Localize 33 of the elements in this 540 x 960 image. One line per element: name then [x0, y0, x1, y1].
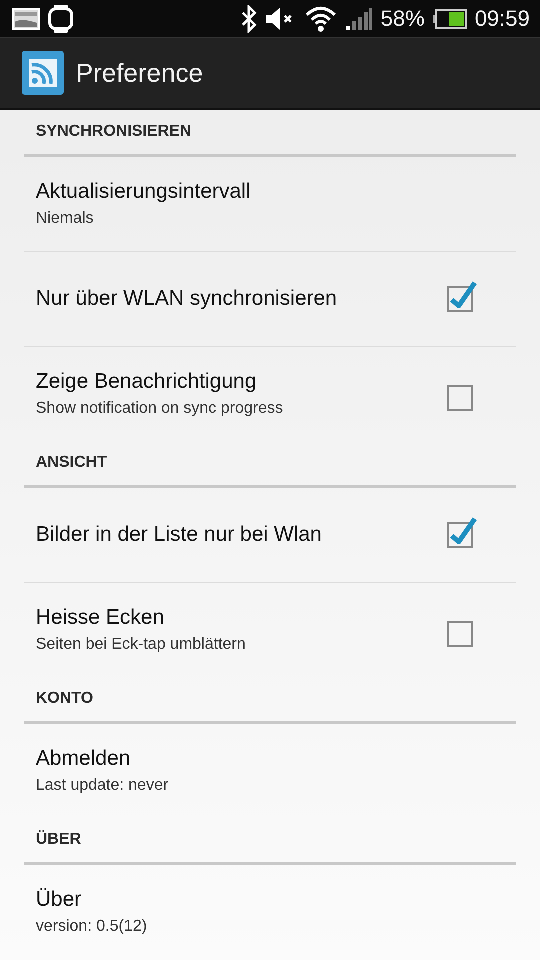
- battery-icon: [432, 8, 467, 28]
- preference-summary: Niemals: [36, 210, 95, 228]
- preference-title: Bilder in der Liste nur bei Wlan: [36, 523, 323, 547]
- preference-row[interactable]: Über version: 0.5(12): [24, 865, 516, 959]
- preference-row[interactable]: Aktualisierungsintervall Niemals: [24, 157, 516, 251]
- section-header: ÜBER: [24, 818, 516, 865]
- preference-title: Abmelden: [36, 747, 132, 771]
- preference-row[interactable]: Bilder in der Liste nur bei Wlan: [24, 488, 516, 582]
- preference-title: Zeige Benachrichtigung: [36, 370, 258, 394]
- preference-title: Über: [36, 888, 83, 912]
- signal-icon: [344, 6, 373, 30]
- section-header: SYNCHRONISIEREN: [24, 110, 516, 157]
- preference-summary: Seiten bei Eck-tap umblättern: [36, 636, 247, 654]
- preference-title: Aktualisierungsintervall: [36, 180, 252, 204]
- section-header: ANSICHT: [24, 441, 516, 488]
- preference-summary: version: 0.5(12): [36, 918, 148, 936]
- preference-row[interactable]: Zeige Benachrichtigung Show notification on sync progress: [24, 346, 516, 441]
- preference-row[interactable]: Nur über WLAN synchronisieren: [24, 251, 516, 346]
- preference-summary: Show notification on sync progress: [36, 400, 284, 418]
- rss-icon[interactable]: [22, 51, 64, 95]
- bluetooth-icon: [240, 4, 257, 32]
- section-header: KONTO: [24, 677, 516, 724]
- preference-summary: Last update: never: [36, 777, 170, 795]
- preference-title: Heisse Ecken: [36, 606, 166, 630]
- smartwatch-icon: [48, 4, 74, 34]
- clock: 09:59: [474, 6, 530, 32]
- preference-row[interactable]: Heisse Ecken Seiten bei Eck-tap umblättern: [24, 582, 516, 677]
- wifi-icon: [304, 4, 337, 32]
- image-icon: [12, 8, 40, 30]
- battery-percentage: 58%: [380, 6, 425, 32]
- app-title: Preference: [76, 58, 204, 88]
- preference-row[interactable]: Abmelden Last update: never: [24, 724, 516, 818]
- preference-title: Nur über WLAN synchronisieren: [36, 287, 338, 311]
